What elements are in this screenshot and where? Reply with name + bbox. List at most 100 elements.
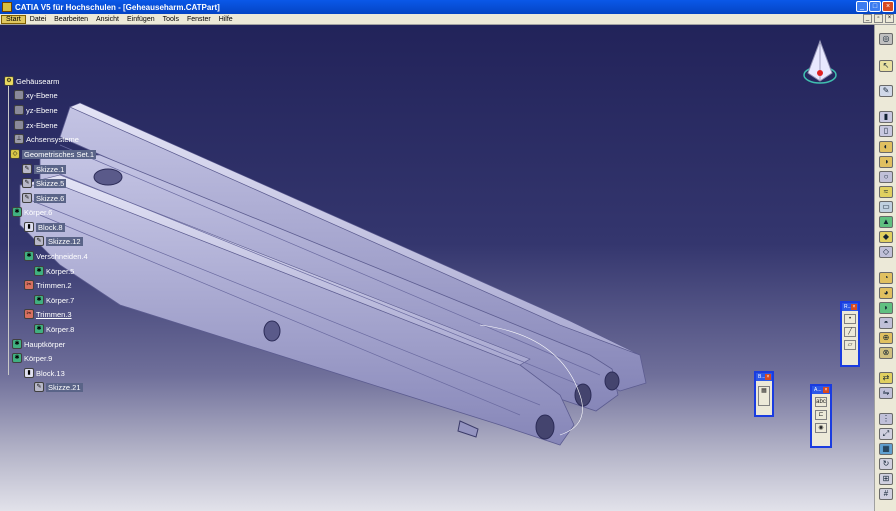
tree-node-sketch-12[interactable]: ✎ Skizze.12 bbox=[34, 235, 83, 247]
body-icon: ✱ bbox=[12, 353, 22, 363]
bracket-lug bbox=[457, 420, 479, 438]
tree-node-main-body[interactable]: ✱ Hauptkörper bbox=[12, 338, 65, 350]
tree-node-pad-8[interactable]: ▮ Block.8 bbox=[24, 221, 65, 233]
pocket-icon[interactable]: ▯ bbox=[879, 125, 893, 137]
axis-triad-icon bbox=[846, 507, 866, 511]
shell-icon[interactable]: ◓ bbox=[879, 317, 893, 329]
tree-node-body-5[interactable]: ✱ Körper.5 bbox=[34, 265, 74, 277]
tree-node-trim-3[interactable]: ✂ Trimmen.3 bbox=[24, 308, 72, 320]
slot-icon[interactable]: ▭ bbox=[879, 201, 893, 213]
bearing-hole-back bbox=[604, 371, 620, 391]
tree-root[interactable]: ⚙ Gehäusearm bbox=[4, 75, 59, 87]
doc-restore-button[interactable]: ▫ bbox=[874, 14, 883, 23]
tree-node-trim-2[interactable]: ✂ Trimmen.2 bbox=[24, 279, 72, 291]
draft-icon[interactable]: ◗ bbox=[879, 302, 893, 314]
thickness-icon[interactable]: ⊕ bbox=[879, 332, 893, 344]
body-icon: ✱ bbox=[12, 207, 22, 217]
tree-node-body-7[interactable]: ✱ Körper.7 bbox=[34, 294, 74, 306]
point-icon[interactable]: • bbox=[844, 314, 856, 324]
menu-bearbeiten[interactable]: Bearbeiten bbox=[50, 16, 92, 23]
tree-node-pad-13[interactable]: ▮ Block.13 bbox=[24, 367, 65, 379]
sketch-icon: ✎ bbox=[22, 193, 32, 203]
compass-icon[interactable]: ◎ bbox=[879, 33, 893, 45]
update-icon[interactable]: ↻ bbox=[879, 458, 893, 470]
trim-icon: ✂ bbox=[24, 280, 34, 290]
menu-ansicht[interactable]: Ansicht bbox=[92, 16, 123, 23]
menu-start[interactable]: Start bbox=[1, 14, 26, 24]
tree-node-sketch-6[interactable]: ✎ Skizze.6 bbox=[22, 192, 67, 204]
material-icon[interactable]: ◉ bbox=[815, 423, 827, 433]
tree-connector bbox=[8, 85, 9, 375]
thread-icon[interactable]: ⊗ bbox=[879, 347, 893, 359]
shaft-icon[interactable]: ◐ bbox=[879, 141, 893, 153]
rib-icon[interactable]: ≈ bbox=[879, 186, 893, 198]
menu-datei[interactable]: Datei bbox=[26, 16, 50, 23]
close-icon[interactable]: × bbox=[765, 374, 771, 380]
sketch-icon: ✎ bbox=[22, 164, 32, 174]
tree-node-xy-plane[interactable]: xy-Ebene bbox=[14, 89, 58, 101]
translate-icon[interactable]: ⇄ bbox=[879, 372, 893, 384]
close-icon[interactable]: × bbox=[851, 304, 857, 310]
grid-icon[interactable]: # bbox=[879, 488, 893, 500]
scale-icon[interactable]: ⤢ bbox=[879, 428, 893, 440]
minimize-button[interactable]: _ bbox=[856, 1, 868, 12]
floating-toolbar-reference[interactable]: R... × • ╱ ▱ bbox=[840, 301, 860, 367]
measure-icon[interactable]: ⊞ bbox=[879, 473, 893, 485]
boolean-icon[interactable]: ▦ bbox=[758, 386, 770, 406]
mirror-icon[interactable]: ⇋ bbox=[879, 387, 893, 399]
tree-node-body-9[interactable]: ✱ Körper.9 bbox=[12, 352, 52, 364]
tree-node-body-6[interactable]: ✱ Körper.6 bbox=[12, 206, 52, 218]
document-window-controls: _ ▫ × bbox=[863, 14, 894, 23]
menu-tools[interactable]: Tools bbox=[159, 16, 183, 23]
compass-icon[interactable] bbox=[800, 39, 840, 87]
line-icon[interactable]: ╱ bbox=[844, 327, 856, 337]
body-icon: ✱ bbox=[34, 324, 44, 334]
menu-hilfe[interactable]: Hilfe bbox=[215, 16, 237, 23]
tree-node-sketch-5[interactable]: ✎ Skizze.5 bbox=[22, 177, 67, 189]
tree-node-intersect-4[interactable]: ✱ Verschneiden.4 bbox=[24, 250, 88, 262]
axis-system-icon: ⊥ bbox=[14, 134, 24, 144]
chamfer-icon[interactable]: ◕ bbox=[879, 287, 893, 299]
fillet-icon[interactable]: ◔ bbox=[879, 272, 893, 284]
pad-icon[interactable]: ▮ bbox=[879, 111, 893, 123]
hole-icon[interactable]: ○ bbox=[879, 171, 893, 183]
stiffener-icon[interactable]: ▲ bbox=[879, 216, 893, 228]
floating-toolbar-annotation[interactable]: A... × abc ⊏ ◉ bbox=[810, 384, 832, 448]
tree-node-geometrical-set[interactable]: ◇ Geometrisches Set.1 bbox=[10, 148, 97, 160]
menu-einfuegen[interactable]: Einfügen bbox=[123, 16, 159, 23]
select-icon[interactable]: ↖ bbox=[879, 60, 893, 72]
tree-node-yz-plane[interactable]: yz-Ebene bbox=[14, 104, 58, 116]
abc-icon[interactable]: abc bbox=[815, 397, 827, 407]
3d-viewport[interactable]: ⚙ Gehäusearm xy-Ebene yz-Ebene zx-Ebene … bbox=[0, 25, 874, 511]
mounting-hole bbox=[263, 320, 281, 342]
close-icon[interactable]: × bbox=[823, 387, 829, 393]
floating-toolbar-boolean[interactable]: B... × ▦ bbox=[754, 371, 774, 417]
doc-minimize-button[interactable]: _ bbox=[863, 14, 872, 23]
slot-hole bbox=[93, 168, 123, 186]
remove-loft-icon[interactable]: ◇ bbox=[879, 246, 893, 258]
title-bar: CATIA V5 für Hochschulen - [Geheauseharm… bbox=[0, 0, 896, 14]
toolbar-title: A... bbox=[814, 387, 822, 393]
doc-close-button[interactable]: × bbox=[885, 14, 894, 23]
close-button[interactable]: × bbox=[882, 1, 894, 12]
intersect-icon: ✱ bbox=[24, 251, 34, 261]
groove-icon[interactable]: ◑ bbox=[879, 156, 893, 168]
tree-node-axis-systems[interactable]: ⊥ Achsensysteme bbox=[14, 133, 79, 145]
part-geometry[interactable] bbox=[0, 25, 874, 511]
body-icon: ✱ bbox=[12, 339, 22, 349]
tree-node-body-8[interactable]: ✱ Körper.8 bbox=[34, 323, 74, 335]
sketcher-icon[interactable]: ✎ bbox=[879, 85, 893, 97]
tree-node-sketch-1[interactable]: ✎ Skizze.1 bbox=[22, 163, 67, 175]
maximize-button[interactable]: □ bbox=[869, 1, 881, 12]
boolean-icon[interactable]: ▦ bbox=[879, 443, 893, 455]
plane-icon[interactable]: ▱ bbox=[844, 340, 856, 350]
tree-node-sketch-21[interactable]: ✎ Skizze.21 bbox=[34, 381, 83, 393]
loft-icon[interactable]: ◆ bbox=[879, 231, 893, 243]
measure-icon[interactable]: ⊏ bbox=[815, 410, 827, 420]
sketch-icon: ✎ bbox=[22, 178, 32, 188]
geometrical-set-icon: ◇ bbox=[10, 149, 20, 159]
menu-fenster[interactable]: Fenster bbox=[183, 16, 215, 23]
tree-node-zx-plane[interactable]: zx-Ebene bbox=[14, 119, 58, 131]
plane-icon bbox=[14, 90, 24, 100]
pattern-icon[interactable]: ⋮ bbox=[879, 413, 893, 425]
